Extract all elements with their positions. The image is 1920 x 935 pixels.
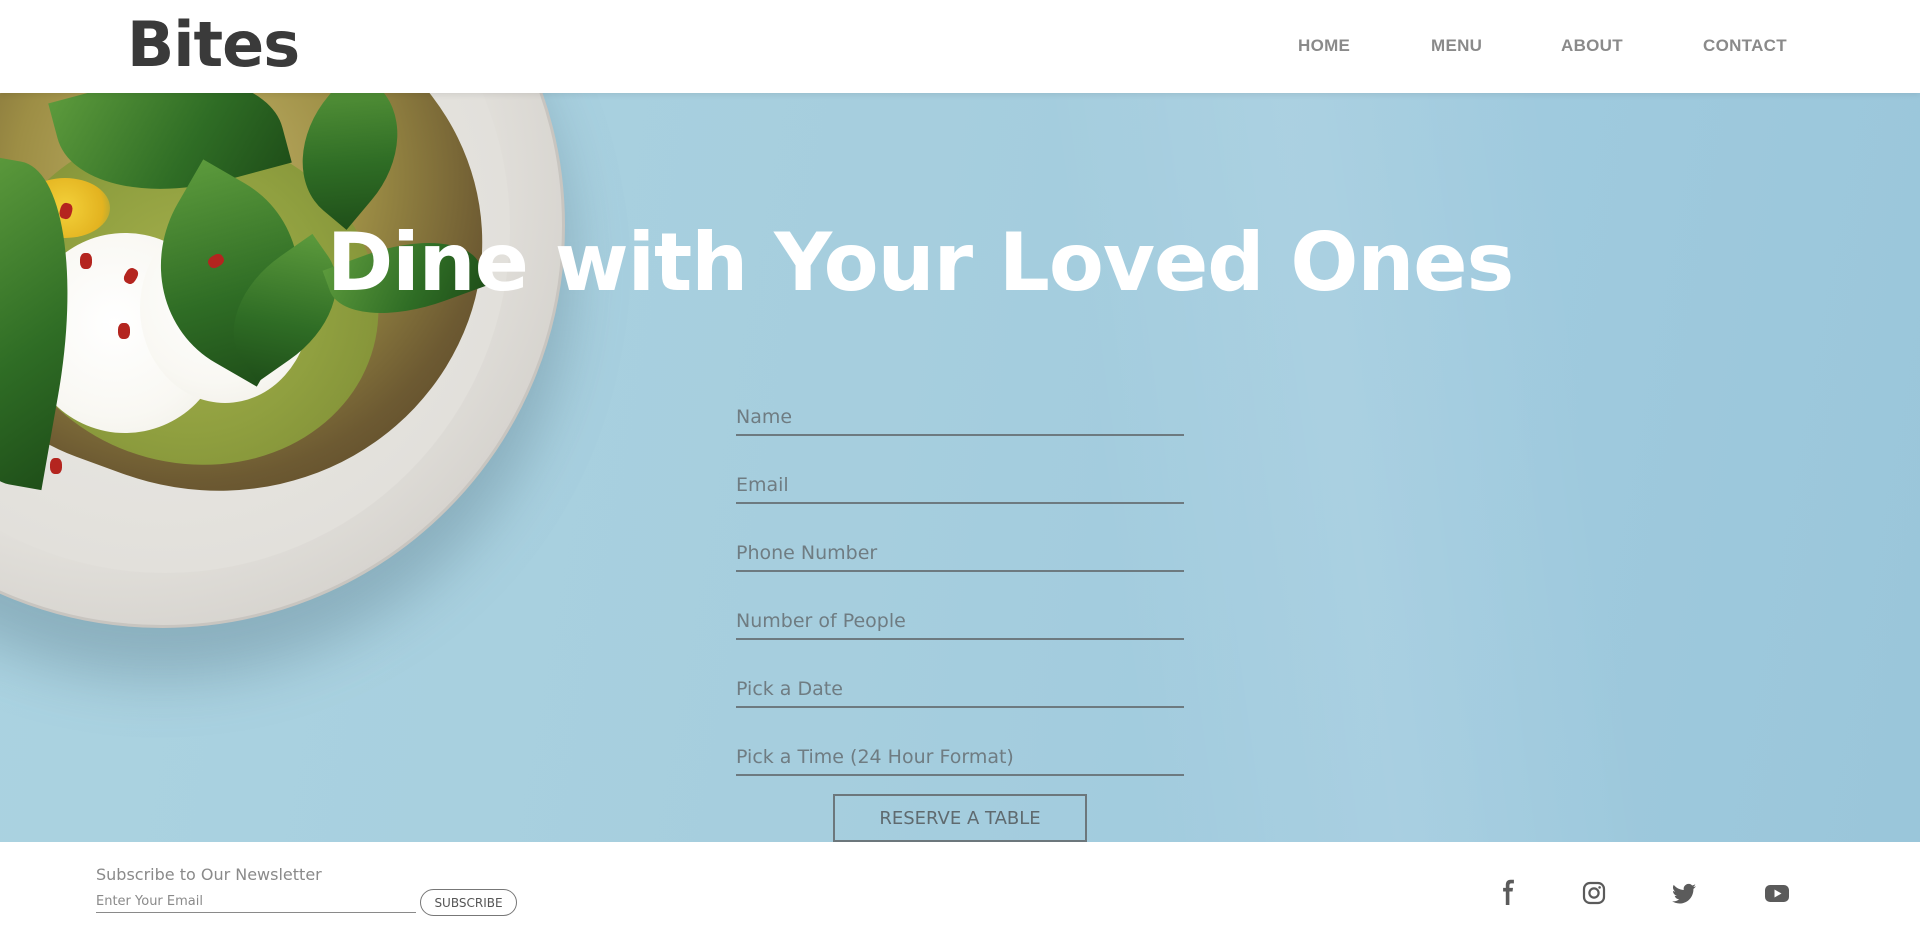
main-nav: HOME MENU ABOUT CONTACT xyxy=(0,36,1920,60)
date-input[interactable] xyxy=(736,672,1184,708)
nav-home[interactable]: HOME xyxy=(1298,36,1350,56)
hero-title-text: Dine with Your Loved Ones xyxy=(326,216,1514,309)
youtube-icon[interactable] xyxy=(1761,877,1793,909)
site-header: Bites HOME MENU ABOUT CONTACT xyxy=(0,0,1920,93)
site-footer: Subscribe to Our Newsletter SUBSCRIBE xyxy=(0,842,1920,935)
nav-menu[interactable]: MENU xyxy=(1431,36,1482,56)
subscribe-button[interactable]: SUBSCRIBE xyxy=(420,889,517,916)
facebook-icon[interactable] xyxy=(1493,877,1525,909)
instagram-icon[interactable] xyxy=(1578,877,1610,909)
name-field-wrapper xyxy=(736,376,1184,444)
hero-title: Dine with Your Loved Ones xyxy=(0,216,1920,309)
hero-section: Dine with Your Loved Ones RESERVE A TABL… xyxy=(0,93,1920,842)
email-input[interactable] xyxy=(736,468,1184,504)
phone-input[interactable] xyxy=(736,536,1184,572)
time-field-wrapper xyxy=(736,716,1184,784)
phone-field-wrapper xyxy=(736,512,1184,580)
nav-contact[interactable]: CONTACT xyxy=(1703,36,1787,56)
name-input[interactable] xyxy=(736,400,1184,436)
email-field-wrapper xyxy=(736,444,1184,512)
date-field-wrapper xyxy=(736,648,1184,716)
chili-flake xyxy=(50,458,62,474)
reserve-table-button[interactable]: RESERVE A TABLE xyxy=(833,794,1087,842)
nav-about[interactable]: ABOUT xyxy=(1561,36,1623,56)
chili-flake xyxy=(118,323,130,339)
reservation-form: RESERVE A TABLE xyxy=(736,376,1184,842)
twitter-icon[interactable] xyxy=(1668,877,1700,909)
newsletter-title: Subscribe to Our Newsletter xyxy=(96,865,322,884)
newsletter-email-input[interactable] xyxy=(96,891,416,913)
people-input[interactable] xyxy=(736,604,1184,640)
time-input[interactable] xyxy=(736,740,1184,776)
people-field-wrapper xyxy=(736,580,1184,648)
